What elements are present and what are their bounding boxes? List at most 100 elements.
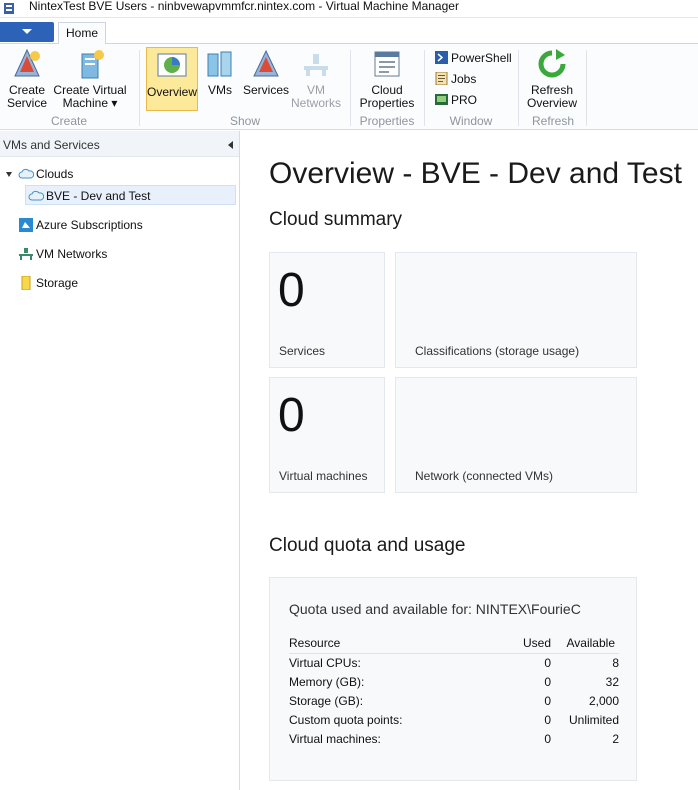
cloud-summary-title: Cloud summary <box>269 209 403 230</box>
cloud-properties-button[interactable]: Cloud Properties <box>356 48 418 110</box>
ribbon-tab-row: Home <box>0 18 698 45</box>
cloud-icon <box>28 190 44 201</box>
cell-available: 8 <box>612 655 619 670</box>
cell-resource: Memory (GB): <box>289 674 365 689</box>
tree-expander-icon[interactable] <box>6 172 12 177</box>
pro-label: PRO <box>451 93 478 107</box>
refresh-overview-button[interactable]: Refresh Overview <box>524 48 580 110</box>
vm-networks-label-1: VM <box>307 83 325 97</box>
pro-icon <box>435 94 448 105</box>
collapse-pane-icon[interactable] <box>228 141 233 149</box>
quota-panel: Quota used and available for: NINTEX\Fou… <box>269 577 637 781</box>
create-virtual-machine-button[interactable]: Create Virtual Machine ▾ <box>52 48 128 110</box>
services-tile[interactable]: 0 Services <box>269 252 385 368</box>
tree-label-vm-networks: VM Networks <box>36 247 108 261</box>
powershell-button[interactable]: PowerShell <box>435 50 512 68</box>
cloud-quota-title: Cloud quota and usage <box>269 535 466 556</box>
cloud-properties-label-1: Cloud <box>371 83 403 97</box>
ribbon-separator <box>139 50 140 126</box>
col-used: Used <box>493 634 551 654</box>
window-title: NintexTest BVE Users - ninbvewapvmmfcr.n… <box>29 0 459 13</box>
ribbon-separator <box>586 50 587 126</box>
create-service-icon <box>14 48 40 77</box>
network-tile-label: Network (connected VMs) <box>415 469 554 483</box>
tree-label-bve-dev-test: BVE - Dev and Test <box>46 189 151 203</box>
jobs-label: Jobs <box>451 72 477 86</box>
services-tile-label: Services <box>279 344 326 358</box>
app-icon <box>4 3 14 14</box>
cloud-properties-label-2: Properties <box>359 96 415 110</box>
services-label: Services <box>242 83 289 97</box>
col-available: Available <box>551 634 619 654</box>
table-row: Virtual CPUs: 0 8 <box>289 653 619 672</box>
cell-resource: Custom quota points: <box>289 712 403 727</box>
create-vm-label-1: Create Virtual <box>53 83 127 97</box>
services-count: 0 <box>278 264 305 317</box>
classifications-tile[interactable]: Classifications (storage usage) <box>395 252 637 368</box>
chevron-down-icon <box>22 29 32 34</box>
cell-resource: Virtual CPUs: <box>289 655 361 670</box>
cell-available: 32 <box>605 674 619 689</box>
cell-resource: Storage (GB): <box>289 693 364 708</box>
table-row: Virtual machines: 0 2 <box>289 729 619 748</box>
tab-home[interactable]: Home <box>58 22 106 45</box>
vm-networks-icon <box>304 54 328 76</box>
vms-button[interactable]: VMs <box>204 48 236 97</box>
powershell-label: PowerShell <box>451 51 512 65</box>
ribbon: Create Service Create Virtual Machine ▾ … <box>0 44 698 130</box>
table-row: Memory (GB): 0 32 <box>289 672 619 691</box>
cell-used: 0 <box>544 674 551 689</box>
nav-header-title: VMs and Services <box>3 138 100 152</box>
network-icon <box>19 248 33 260</box>
table-row: Custom quota points: 0 Unlimited <box>289 710 619 729</box>
azure-icon <box>19 218 33 232</box>
vm-networks-label-2: Networks <box>290 96 341 110</box>
cell-used: 0 <box>544 693 551 708</box>
overview-icon <box>157 53 187 77</box>
services-button[interactable]: Services <box>242 48 290 97</box>
virtual-machines-tile[interactable]: 0 Virtual machines <box>269 377 385 493</box>
virtual-machines-count: 0 <box>278 389 305 442</box>
col-resource: Resource <box>289 634 493 654</box>
nav-header: VMs and Services <box>0 131 239 157</box>
tree-item-azure-subscriptions[interactable]: Azure Subscriptions <box>18 215 143 235</box>
tree-label-azure: Azure Subscriptions <box>36 218 143 232</box>
jobs-button[interactable]: Jobs <box>435 71 476 89</box>
file-menu-button[interactable] <box>0 22 54 42</box>
cell-available: 2 <box>612 731 619 746</box>
tree-item-storage[interactable]: Storage <box>18 273 78 293</box>
cell-used: 0 <box>544 712 551 727</box>
refresh-icon <box>538 49 566 78</box>
group-label-show: Show <box>229 114 261 128</box>
refresh-overview-label-2: Overview <box>526 96 577 110</box>
jobs-icon <box>435 72 448 85</box>
table-row: Storage (GB): 0 2,000 <box>289 691 619 710</box>
tree-label-storage: Storage <box>36 276 79 290</box>
group-label-properties: Properties <box>359 114 415 128</box>
virtual-machines-tile-label: Virtual machines <box>279 469 368 483</box>
ribbon-separator <box>518 50 519 126</box>
cell-used: 0 <box>544 655 551 670</box>
tree-label-clouds: Clouds <box>36 167 74 181</box>
vms-label: VMs <box>208 83 232 97</box>
refresh-overview-label-1: Refresh <box>530 83 574 97</box>
overview-button[interactable]: Overview <box>146 47 198 111</box>
group-label-create: Create <box>50 114 88 128</box>
create-vm-icon <box>81 50 104 79</box>
pro-button[interactable]: PRO <box>435 92 477 110</box>
network-tile[interactable]: Network (connected VMs) <box>395 377 637 493</box>
tree-item-clouds[interactable]: Clouds <box>18 164 73 184</box>
quota-table: Resource Used Available Virtual CPUs: 0 … <box>289 634 619 748</box>
create-service-button[interactable]: Create Service <box>6 48 48 110</box>
cell-resource: Virtual machines: <box>289 731 381 746</box>
title-bar: NintexTest BVE Users - ninbvewapvmmfcr.n… <box>0 0 698 18</box>
group-label-window: Window <box>449 114 493 128</box>
tree-item-vm-networks[interactable]: VM Networks <box>18 244 107 264</box>
vms-icon <box>207 51 232 77</box>
tree-item-bve-dev-test[interactable]: BVE - Dev and Test <box>25 185 236 205</box>
vm-networks-button[interactable]: VM Networks <box>290 48 342 110</box>
powershell-icon <box>435 51 448 64</box>
main-content: Overview - BVE - Dev and Test Cloud summ… <box>241 131 698 790</box>
cloud-properties-icon <box>374 51 400 77</box>
group-label-refresh: Refresh <box>531 114 575 128</box>
